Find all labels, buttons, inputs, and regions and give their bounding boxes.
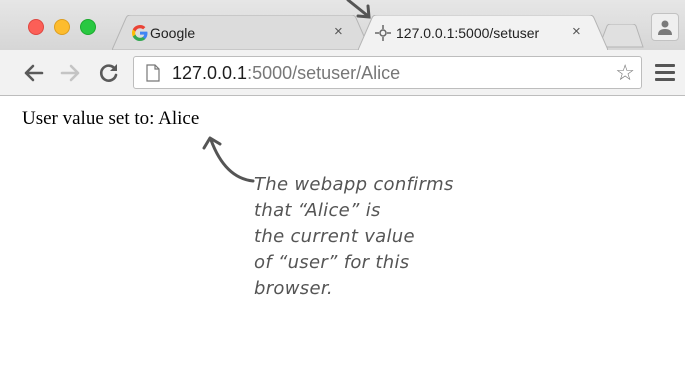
tab-setuser[interactable]: 127.0.0.1:5000/setuser ×	[358, 15, 608, 50]
google-logo-icon	[132, 25, 148, 41]
close-tab-icon[interactable]: ×	[572, 23, 581, 40]
reload-icon[interactable]	[98, 63, 120, 83]
tab-google[interactable]: Google ×	[112, 15, 370, 50]
maximize-window-button[interactable]	[80, 19, 96, 35]
page-favicon-icon	[375, 25, 391, 41]
minimize-window-button[interactable]	[54, 19, 70, 35]
back-arrow-icon[interactable]	[22, 63, 44, 83]
person-icon	[658, 20, 672, 35]
tab-label: Google	[150, 25, 196, 41]
url-host: 127.0.0.1	[172, 63, 248, 83]
browser-toolbar: 127.0.0.1:5000/setuser/Alice ☆	[0, 50, 685, 96]
menu-icon[interactable]	[655, 64, 675, 82]
forward-arrow-icon[interactable]	[60, 63, 82, 83]
close-tab-icon[interactable]: ×	[334, 23, 343, 40]
page-message: User value set to: Alice	[22, 108, 200, 129]
bookmark-star-icon[interactable]: ☆	[615, 61, 635, 85]
address-bar[interactable]: 127.0.0.1:5000/setuser/Alice ☆	[133, 56, 642, 89]
page-content: User value set to: Alice The webapp conf…	[0, 96, 685, 385]
url-text: 127.0.0.1:5000/setuser/Alice	[172, 63, 400, 84]
profile-button[interactable]	[651, 13, 679, 41]
close-window-button[interactable]	[28, 19, 44, 35]
page-icon	[146, 64, 160, 82]
url-path: :5000/setuser/Alice	[247, 63, 401, 83]
tab-label: 127.0.0.1:5000/setuser	[396, 25, 540, 41]
annotation-note: The webapp confirms that “Alice” is the …	[254, 174, 454, 299]
